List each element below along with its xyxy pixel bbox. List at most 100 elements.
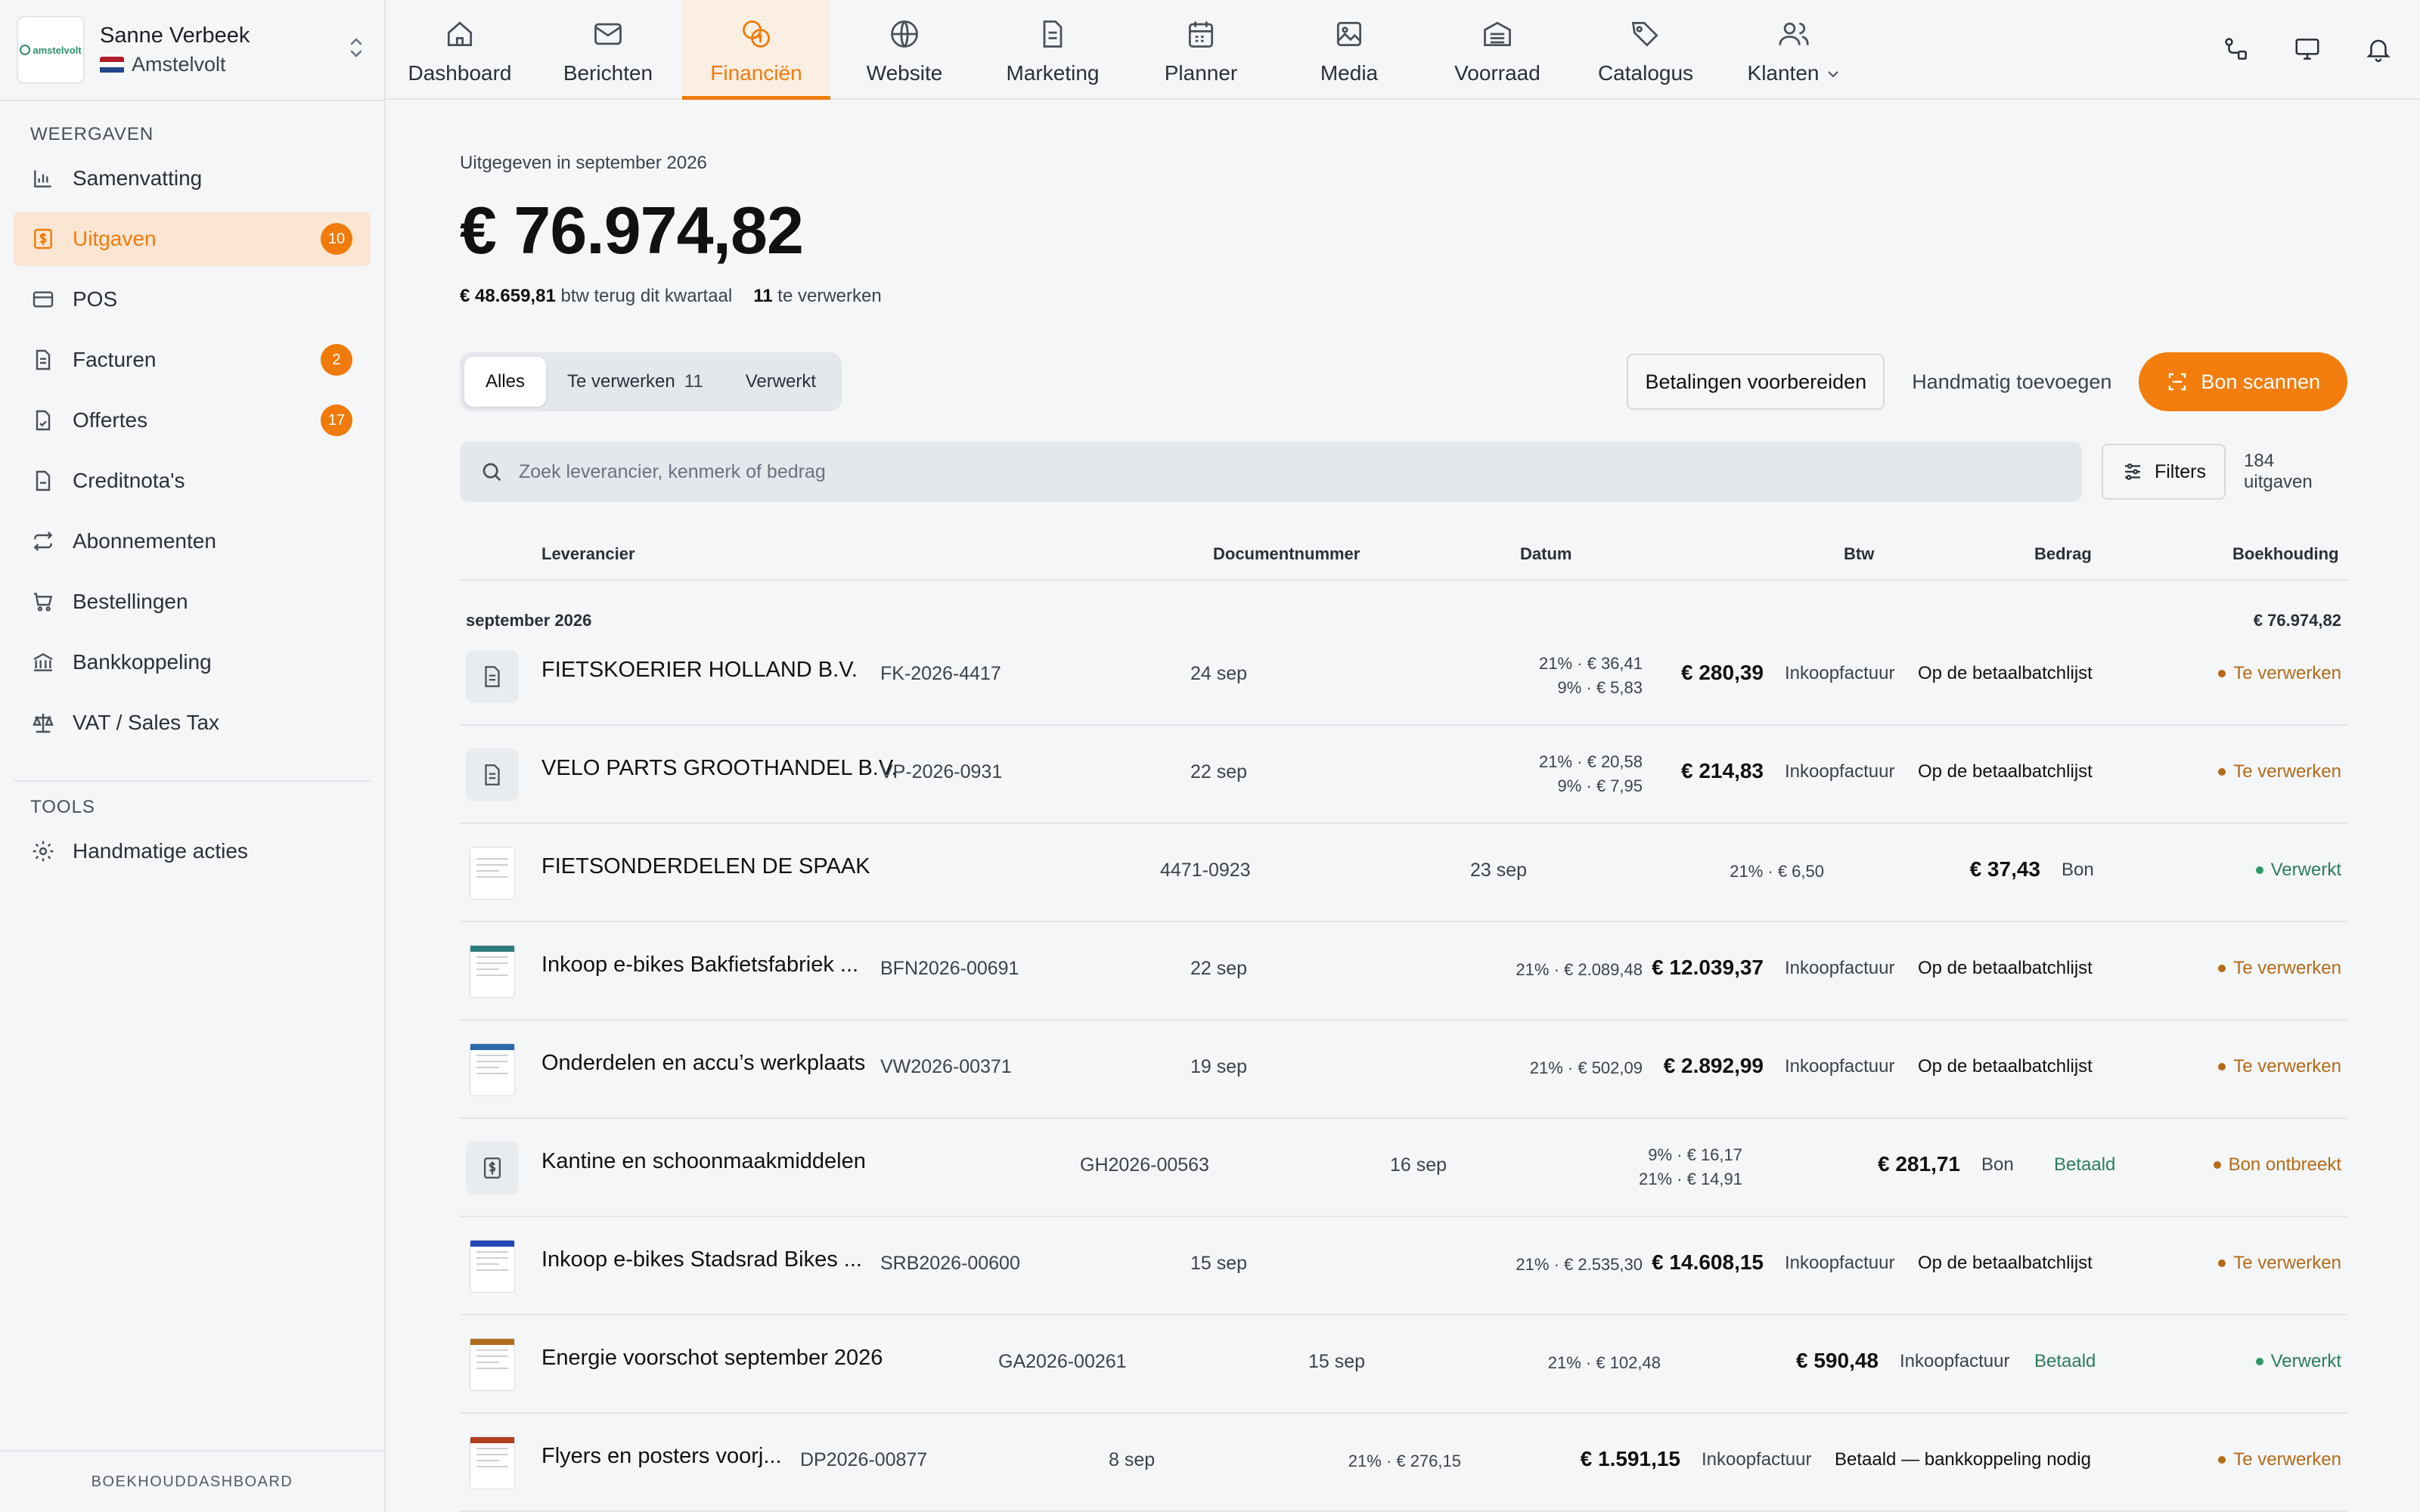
document-type: Inkoopfactuur	[1785, 663, 1895, 683]
sidebar-item-bankkoppeling[interactable]: Bankkoppeling	[14, 635, 371, 689]
table-row[interactable]: FIETSONDERDELEN DE SPAAK 4471-0923 23 sep 2…	[460, 824, 2347, 922]
vendor-name[interactable]: FIETSONDERDELEN DE SPAAK	[541, 854, 870, 879]
document-date: 15 sep	[1308, 1351, 1366, 1372]
flow-icon[interactable]	[2222, 35, 2251, 64]
col-amount[interactable]: Bedrag	[2034, 544, 2092, 564]
count-badge: 17	[321, 404, 352, 436]
status-badge[interactable]: Verwerkt	[2255, 1351, 2341, 1372]
status-badge[interactable]: Te verwerken	[2218, 958, 2341, 979]
col-docnr[interactable]: Documentnummer	[1213, 544, 1360, 564]
status-badge[interactable]: Te verwerken	[2218, 761, 2341, 782]
document-number: VP-2026-0931	[880, 761, 1003, 782]
sidebar-item-pos[interactable]: POS	[14, 272, 371, 327]
table-row[interactable]: Energie voorschot september 2026 GA2026-0…	[460, 1315, 2347, 1414]
document-type: Bon	[1981, 1154, 2014, 1175]
tab-financien[interactable]: Financiën	[682, 0, 830, 100]
document-date: 16 sep	[1390, 1154, 1447, 1176]
table-row[interactable]: FIETSKOERIER HOLLAND B.V. FK-2026-4417 24 …	[460, 627, 2347, 726]
mail-icon	[594, 23, 622, 45]
tab-catalogus[interactable]: Catalogus	[1571, 0, 1720, 98]
table-row[interactable]: Onderdelen en accu’s werkplaats VW2026-00…	[460, 1021, 2347, 1119]
sidebar-item-facturen[interactable]: Facturen 2	[14, 333, 371, 387]
sidebar-item-offertes[interactable]: Offertes 17	[14, 393, 371, 448]
amount: € 590,48	[1796, 1349, 1879, 1372]
dollar-doc-icon	[30, 226, 56, 252]
status-badge[interactable]: Bon ontbreekt	[2213, 1154, 2341, 1176]
tab-berichten[interactable]: Berichten	[534, 0, 682, 98]
vendor-name[interactable]: Kantine en schoonmaakmiddelen	[541, 1149, 866, 1174]
sidebar-item-uitgaven[interactable]: Uitgaven 10	[14, 212, 371, 266]
tab-media[interactable]: Media	[1275, 0, 1423, 98]
vendor-name[interactable]: Onderdelen en accu’s werkplaats	[541, 1051, 865, 1076]
sidebar-item-bestellingen[interactable]: Bestellingen	[14, 575, 371, 629]
document-thumbnail[interactable]	[466, 945, 519, 998]
document-number: 4471-0923	[1160, 860, 1251, 881]
table-row[interactable]: Inkoop e-bikes Stadsrad Bikes ... SRB2026…	[460, 1217, 2347, 1315]
search-input[interactable]: Zoek leverancier, kenmerk of bedrag	[460, 442, 2082, 502]
tab-planner[interactable]: Planner	[1127, 0, 1275, 98]
tab-dashboard[interactable]: Dashboard	[386, 0, 534, 98]
chevron-down-icon	[1826, 64, 1840, 83]
document-type: Inkoopfactuur	[1785, 958, 1895, 978]
sidebar-item-handmatige-acties[interactable]: Handmatige acties	[14, 824, 371, 878]
col-date[interactable]: Datum	[1520, 544, 1571, 564]
vendor-name[interactable]: Energie voorschot september 2026	[541, 1346, 883, 1371]
add-manual-button[interactable]: Handmatig toevoegen	[1912, 370, 2111, 394]
status-badge[interactable]: Verwerkt	[2255, 860, 2341, 881]
filter-to-process[interactable]: Te verwerken 11	[546, 357, 724, 407]
status-badge[interactable]: Te verwerken	[2218, 1449, 2341, 1470]
sidebar-footer[interactable]: BOEKHOUDDASHBOARD	[0, 1450, 384, 1512]
sidebar-item-vat[interactable]: VAT / Sales Tax	[14, 696, 371, 750]
vat-breakdown: 21% · € 2.089,48	[1516, 960, 1643, 979]
vendor-name[interactable]: Flyers en posters voorj...	[541, 1444, 782, 1469]
filter-all[interactable]: Alles	[464, 357, 547, 407]
col-vendor[interactable]: Leverancier	[541, 544, 635, 564]
col-vat[interactable]: Btw	[1844, 544, 1874, 564]
document-number: DP2026-00877	[800, 1449, 928, 1470]
scan-receipt-button[interactable]: Bon scannen	[2139, 352, 2347, 411]
vendor-name[interactable]: Inkoop e-bikes Stadsrad Bikes ...	[541, 1247, 862, 1272]
vendor-name[interactable]: VELO PARTS GROOTHANDEL B.V.	[541, 756, 898, 781]
account-switcher[interactable]: amstelvolt Sanne Verbeek Amstelvolt	[0, 0, 384, 101]
monitor-icon[interactable]	[2293, 35, 2322, 64]
amount: € 2.892,99	[1663, 1054, 1764, 1077]
tab-marketing[interactable]: Marketing	[979, 0, 1127, 98]
table-row[interactable]: Flyers en posters voorj... DP2026-00877 8 …	[460, 1414, 2347, 1512]
document-thumbnail[interactable]	[466, 847, 519, 900]
tab-klanten[interactable]: Klanten	[1720, 0, 1868, 98]
period-label: Uitgegeven in september 2026	[460, 153, 707, 173]
tab-website[interactable]: Website	[830, 0, 979, 98]
tab-voorraad[interactable]: Voorraad	[1423, 0, 1571, 98]
sidebar-item-abonnementen[interactable]: Abonnementen	[14, 514, 371, 569]
sidebar-item-samenvatting[interactable]: Samenvatting	[14, 151, 371, 206]
status-badge[interactable]: Te verwerken	[2218, 663, 2341, 684]
amount: € 1.591,15	[1580, 1447, 1680, 1470]
document-thumbnail[interactable]	[466, 1043, 519, 1096]
sidebar-item-creditnotas[interactable]: Creditnota's	[14, 454, 371, 508]
table-row[interactable]: Inkoop e-bikes Bakfietsfabriek ... BFN202…	[460, 922, 2347, 1021]
table-row[interactable]: VELO PARTS GROOTHANDEL B.V. VP-2026-0931 2…	[460, 726, 2347, 824]
payment-status: Op de betaalbatchlijst	[1918, 761, 2093, 782]
vendor-name[interactable]: Inkoop e-bikes Bakfietsfabriek ...	[541, 953, 858, 978]
expenses-main: Uitgegeven in september 2026 € 76.974,82…	[460, 100, 2347, 1512]
filters-button[interactable]: Filters	[2101, 444, 2226, 500]
status-badge[interactable]: Te verwerken	[2218, 1253, 2341, 1274]
vendor-name[interactable]: FIETSKOERIER HOLLAND B.V.	[541, 658, 858, 683]
table-row[interactable]: Kantine en schoonmaakmiddelen GH2026-0056…	[460, 1119, 2347, 1217]
document-thumbnail[interactable]	[466, 1436, 519, 1489]
bell-icon[interactable]	[2364, 35, 2393, 64]
filter-processed[interactable]: Verwerkt	[724, 357, 837, 407]
status-dot	[2218, 965, 2226, 972]
col-bookkeeping[interactable]: Boekhouding	[2232, 544, 2339, 564]
document-date: 8 sep	[1109, 1449, 1156, 1470]
status-dot	[2213, 1161, 2221, 1169]
search-icon	[482, 463, 501, 482]
to-process-stat: 11 te verwerken	[753, 286, 882, 306]
document-thumbnail[interactable]	[466, 1240, 519, 1293]
document-thumbnail[interactable]	[466, 1338, 519, 1391]
document-type: Inkoopfactuur	[1785, 761, 1895, 782]
prepare-payments-button[interactable]: Betalingen voorbereiden	[1627, 354, 1885, 410]
dollar-doc-icon	[466, 1142, 519, 1194]
status-badge[interactable]: Te verwerken	[2218, 1056, 2341, 1077]
amount: € 280,39	[1681, 661, 1764, 684]
